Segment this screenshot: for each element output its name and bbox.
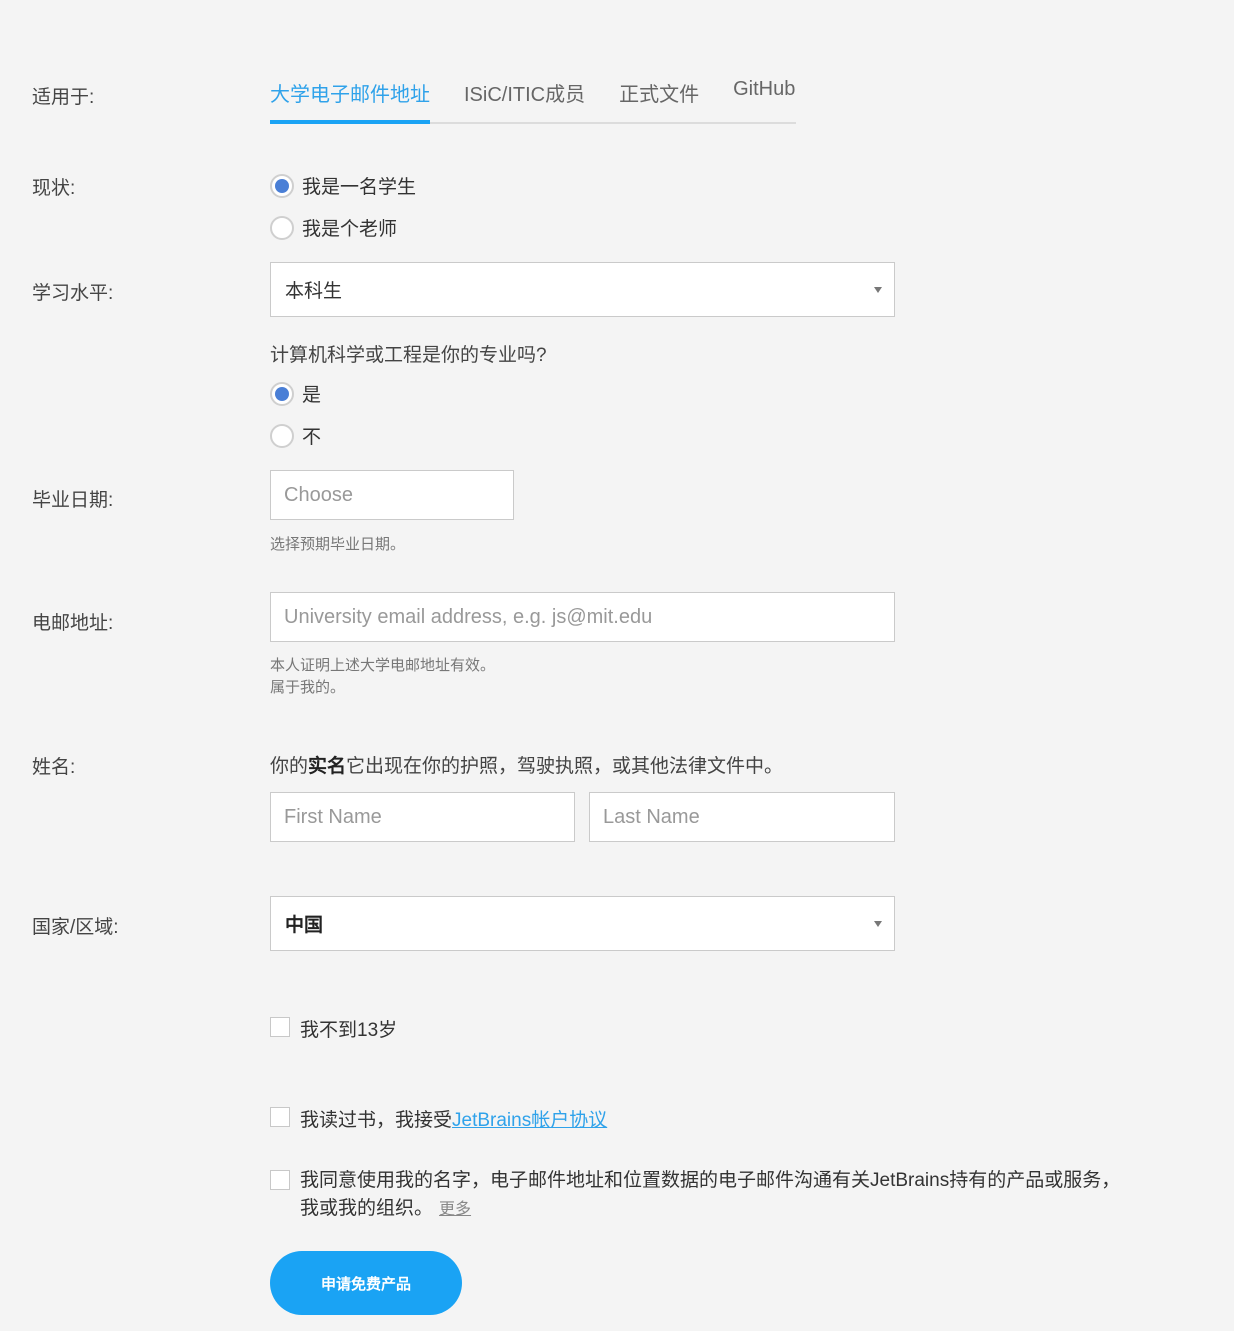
country-label: 国家/区域: [32,917,119,938]
email-input[interactable] [270,592,895,642]
last-name-input[interactable] [589,792,895,842]
name-label: 姓名: [32,757,76,778]
radio-no[interactable] [270,423,294,448]
graduation-date-hint: 选择预期毕业日期。 [270,536,406,553]
study-level-value: 本科生 [285,281,343,302]
radio-teacher[interactable] [270,215,294,240]
applies-to-label: 适用于: [32,87,95,108]
tab-isic-itic[interactable]: ISiC/ITIC成员 [464,78,585,122]
cs-major-question: 计算机科学或工程是你的专业吗? [270,345,547,366]
apply-free-products-button[interactable]: 申请免费产品 [270,1251,462,1315]
country-value: 中国 [285,915,324,936]
consent-line1: 我同意使用我的名字，电子邮件地址和位置数据的电子邮件沟通有关JetBrains持… [300,1170,1121,1191]
agreement-checkbox[interactable] [270,1107,290,1127]
study-level-label: 学习水平: [32,283,114,304]
email-hint-line2: 属于我的。 [270,679,346,696]
more-link[interactable]: 更多 [439,1201,471,1218]
real-name-suffix: 它出现在你的护照，驾驶执照，或其他法律文件中。 [346,756,784,777]
chevron-down-icon [874,286,882,293]
consent-option[interactable]: 我同意使用我的名字，电子邮件地址和位置数据的电子邮件沟通有关JetBrains持… [270,1167,1120,1224]
cs-major-yes-option[interactable]: 是 [270,380,321,407]
status-label: 现状: [32,178,76,199]
real-name-instruction: 你的实名它出现在你的护照，驾驶执照，或其他法律文件中。 [270,751,783,778]
tab-university-email[interactable]: 大学电子邮件地址 [270,78,430,124]
under-13-option[interactable]: 我不到13岁 [270,1015,397,1042]
radio-student[interactable] [270,173,294,198]
consent-checkbox[interactable] [270,1170,290,1190]
graduation-date-label: 毕业日期: [32,490,114,511]
chevron-down-icon [874,920,882,927]
status-student-option[interactable]: 我是一名学生 [270,172,416,199]
tab-github[interactable]: GitHub [733,78,795,122]
cs-major-no-label: 不 [302,427,322,448]
radio-yes[interactable] [270,381,294,406]
agreement-option[interactable]: 我读过书，我接受JetBrains帐户协议 [270,1105,607,1132]
email-hint-line1: 本人证明上述大学电邮地址有效。 [270,657,496,674]
under-13-label: 我不到13岁 [300,1020,398,1041]
status-teacher-label: 我是个老师 [302,219,398,240]
study-level-select[interactable]: 本科生 [270,262,895,317]
first-name-input[interactable] [270,792,575,842]
cs-major-no-option[interactable]: 不 [270,422,321,449]
tab-official-document[interactable]: 正式文件 [619,78,699,122]
country-select[interactable]: 中国 [270,896,895,951]
under-13-checkbox[interactable] [270,1017,290,1037]
status-teacher-option[interactable]: 我是个老师 [270,214,397,241]
status-student-label: 我是一名学生 [302,177,417,198]
email-label: 电邮地址: [32,613,114,634]
agreement-label: 我读过书，我接受JetBrains帐户协议 [300,1105,607,1132]
consent-line2: 我或我的组织。 [300,1198,434,1219]
account-agreement-link[interactable]: JetBrains帐户协议 [452,1110,607,1131]
consent-label: 我同意使用我的名字，电子邮件地址和位置数据的电子邮件沟通有关JetBrains持… [300,1167,1120,1224]
agreement-prefix: 我读过书，我接受 [300,1110,453,1131]
real-name-bold: 实名 [308,756,347,777]
graduation-date-input[interactable] [270,470,514,520]
real-name-prefix: 你的 [270,756,309,777]
cs-major-yes-label: 是 [302,385,322,406]
verification-tabs: 大学电子邮件地址 ISiC/ITIC成员 正式文件 GitHub [270,78,796,124]
